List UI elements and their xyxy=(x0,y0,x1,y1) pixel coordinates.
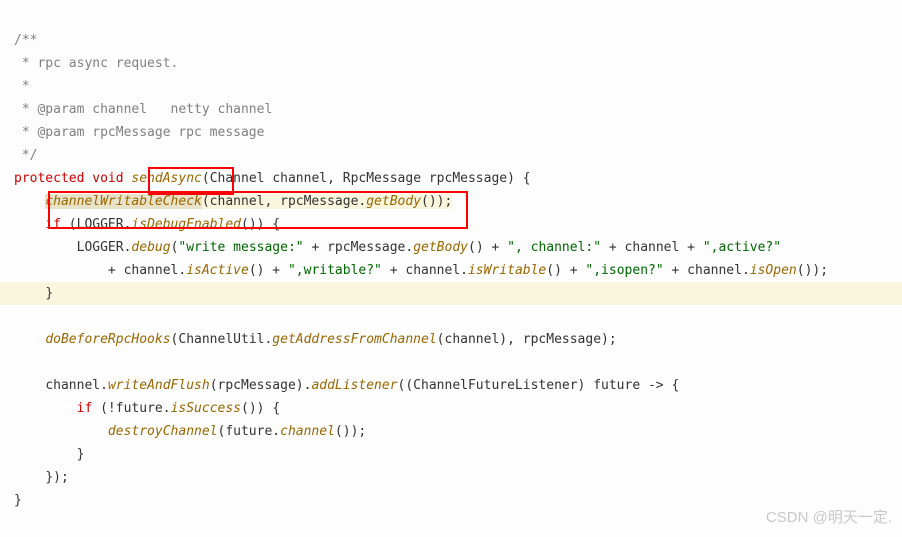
method-addListener: addListener xyxy=(311,378,397,393)
keyword-if: if xyxy=(45,217,61,232)
method-doBeforeRpcHooks: doBeforeRpcHooks xyxy=(45,332,170,347)
method-channel: channel xyxy=(280,424,335,439)
method-getAddressFromChannel: getAddressFromChannel xyxy=(272,332,436,347)
method-isWritable: isWritable xyxy=(468,263,546,278)
keyword-void: void xyxy=(92,171,123,186)
method-isSuccess: isSuccess xyxy=(171,401,241,416)
comment-line: */ xyxy=(14,148,37,163)
code-block: /** * rpc async request. * * @param chan… xyxy=(0,0,902,512)
comment-line: * xyxy=(14,79,30,94)
method-writeAndFlush: writeAndFlush xyxy=(108,378,210,393)
method-isActive: isActive xyxy=(186,263,249,278)
comment-line: /** xyxy=(14,33,37,48)
method-debug: debug xyxy=(131,240,170,255)
method-isOpen: isOpen xyxy=(750,263,797,278)
comment-line: * @param channel netty channel xyxy=(14,102,272,117)
sig: (Channel channel, RpcMessage rpcMessage)… xyxy=(202,171,531,186)
keyword-protected: protected xyxy=(14,171,84,186)
comment-line: * rpc async request. xyxy=(14,56,178,71)
comment-line: * @param rpcMessage rpc message xyxy=(14,125,264,140)
watermark: CSDN @明天一定. xyxy=(766,506,892,529)
method-isDebugEnabled: isDebugEnabled xyxy=(131,217,241,232)
method-channelWritableCheck: channelWritableCheck xyxy=(45,194,202,209)
method-destroyChannel: destroyChannel xyxy=(108,424,218,439)
method-getBody: getBody xyxy=(366,194,421,209)
method-sendAsync: sendAsync xyxy=(131,171,201,186)
